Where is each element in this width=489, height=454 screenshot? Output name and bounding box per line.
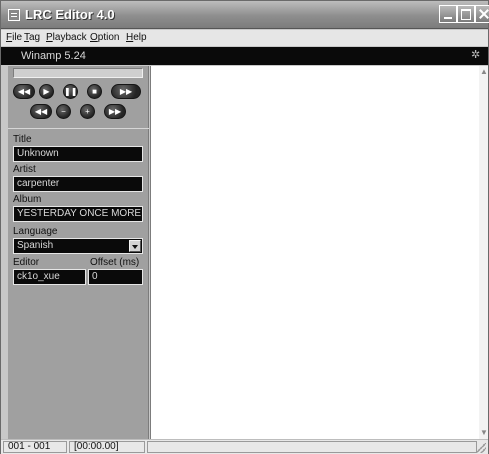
artist-label: Artist	[13, 164, 36, 175]
fast-forward-icon: ▶▶	[119, 87, 133, 96]
editor-field[interactable]: ck1o_xue	[13, 269, 86, 285]
window-title: LRC Editor 4.0	[25, 7, 115, 22]
title-field[interactable]: Unknown	[13, 146, 143, 162]
resize-grip-icon[interactable]	[476, 443, 486, 453]
title-label: Title	[13, 134, 32, 145]
seek-bar[interactable]	[13, 68, 143, 78]
previous-icon: ◀◀	[34, 107, 48, 116]
editor-label: Editor	[13, 257, 40, 268]
volume-up-button[interactable]: +	[80, 104, 95, 119]
vertical-scrollbar[interactable]: ▲ ▼	[479, 66, 488, 439]
menu-playback[interactable]: Playback	[46, 32, 87, 43]
volume-down-icon: −	[61, 107, 66, 116]
player-name: Winamp 5.24	[21, 50, 86, 62]
status-bar: 001 - 001 [00:00.00]	[1, 439, 488, 454]
pin-icon[interactable]: ✲	[471, 50, 482, 61]
status-time: [00:00.00]	[69, 441, 145, 453]
chevron-down-icon[interactable]	[129, 240, 141, 252]
maximize-button[interactable]	[457, 5, 475, 23]
menu-option[interactable]: Option	[90, 32, 119, 43]
title-bar[interactable]: LRC Editor 4.0	[1, 1, 489, 29]
divider	[8, 128, 149, 129]
stop-icon: ■	[92, 87, 97, 96]
volume-down-button[interactable]: −	[56, 104, 71, 119]
pause-icon: ❚❚	[64, 87, 78, 96]
app-window: LRC Editor 4.0 File Tag Playback Option …	[0, 0, 489, 454]
stop-button[interactable]: ■	[87, 84, 102, 99]
close-button[interactable]	[475, 5, 489, 23]
menu-file[interactable]: File	[6, 32, 22, 43]
scroll-up-icon[interactable]: ▲	[480, 68, 488, 76]
lyrics-editor[interactable]	[150, 66, 479, 439]
next-button[interactable]: ▶▶	[104, 104, 126, 119]
previous-button[interactable]: ◀◀	[30, 104, 52, 119]
player-strip: Winamp 5.24 ✲	[1, 47, 488, 65]
tag-panel: ◀◀ ▶ ❚❚ ■ ▶▶ ◀◀ − + ▶▶ Title Unknown Art…	[8, 66, 149, 439]
scroll-down-icon[interactable]: ▼	[480, 429, 488, 437]
minimize-button[interactable]	[439, 5, 457, 23]
language-value: Spanish	[17, 240, 54, 251]
play-icon: ▶	[43, 87, 50, 96]
language-label: Language	[13, 226, 58, 237]
pause-button[interactable]: ❚❚	[63, 84, 78, 99]
offset-label: Offset (ms)	[90, 257, 140, 268]
album-field[interactable]: YESTERDAY ONCE MORE	[13, 206, 143, 222]
menu-tag[interactable]: Tag	[24, 32, 40, 43]
language-select[interactable]: Spanish	[13, 238, 143, 254]
rewind-icon: ◀◀	[17, 87, 31, 96]
menu-bar: File Tag Playback Option Help	[1, 30, 488, 46]
volume-up-icon: +	[85, 107, 90, 116]
status-message	[147, 441, 477, 453]
album-label: Album	[13, 194, 42, 205]
app-icon[interactable]	[8, 9, 20, 21]
offset-field[interactable]: 0	[88, 269, 143, 285]
next-icon: ▶▶	[108, 107, 122, 116]
status-line: 001 - 001	[3, 441, 67, 453]
play-button[interactable]: ▶	[39, 84, 54, 99]
fast-forward-button[interactable]: ▶▶	[111, 84, 141, 99]
artist-field[interactable]: carpenter	[13, 176, 143, 192]
menu-help[interactable]: Help	[126, 32, 147, 43]
rewind-button[interactable]: ◀◀	[13, 84, 35, 99]
